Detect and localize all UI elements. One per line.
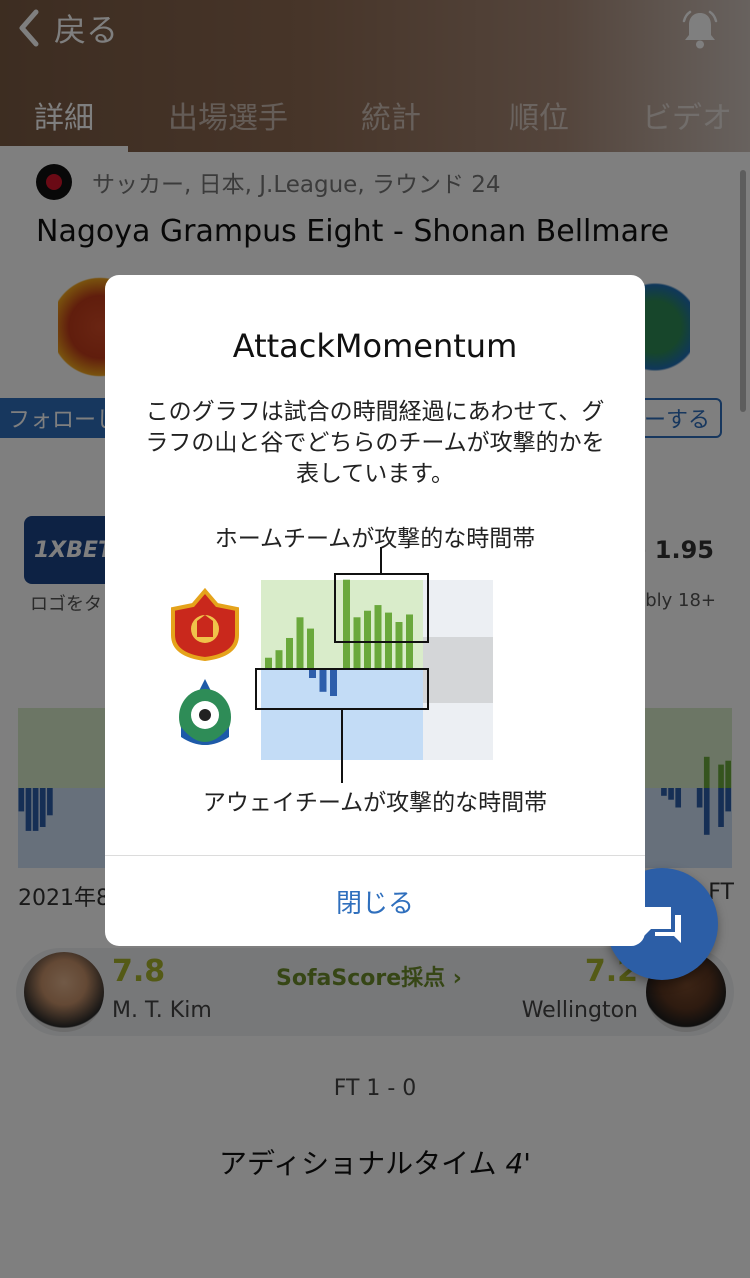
illustration-home-bar [395,622,403,669]
shonan-crest [179,679,231,745]
illustration-home-bar [364,610,371,669]
close-button[interactable]: 閉じる [105,857,645,946]
illustration-home-bar [265,657,272,669]
illustration-away-bar [309,669,316,678]
illustration-home-bar [374,605,382,669]
illustration-home-bar [385,612,392,669]
illustration-home-bar [307,628,314,669]
momentum-illustration [171,547,493,783]
dialog-divider [105,855,645,856]
illustration-away-bar [319,669,327,692]
illustration-away-bar [330,669,337,696]
illustration-home-bar [286,637,293,669]
illustration-home-bar [343,579,350,669]
away-attack-label: アウェイチームが攻撃的な時間帯 [202,790,548,816]
nagoya-crest [171,587,239,662]
attack-momentum-dialog: AttackMomentum このグラフは試合の時間経過にあわせて、グラフの山と… [105,275,645,946]
illustration-home-bar [353,617,361,669]
illustration-home-bar [296,617,304,669]
illustration-home-bar [275,650,283,669]
